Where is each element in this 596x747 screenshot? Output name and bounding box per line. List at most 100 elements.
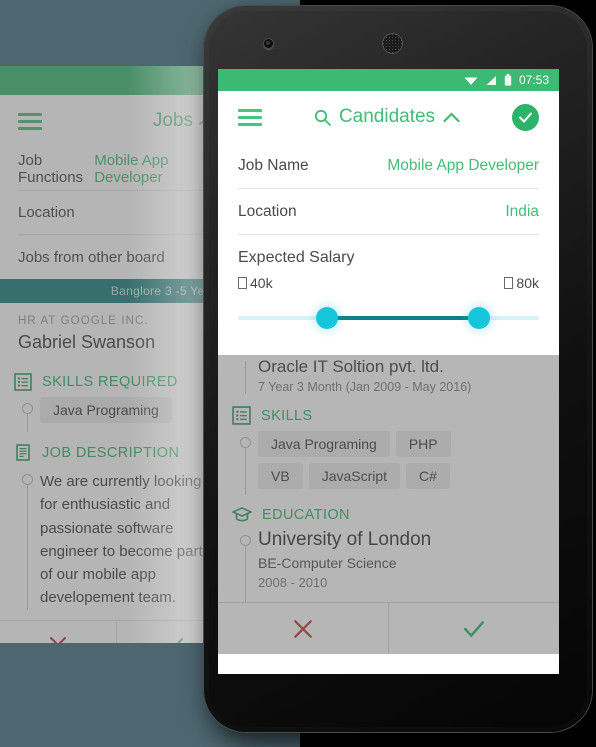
- experience-company: Oracle IT Soltion pvt. ltd.: [258, 357, 444, 376]
- timeline-marker: [232, 529, 258, 602]
- chevron-up-icon[interactable]: [443, 111, 460, 123]
- filter-modal: Candidates Job Name Mobile App Developer…: [218, 91, 559, 355]
- battery-icon: [504, 74, 512, 86]
- signal-icon: [486, 75, 496, 85]
- list-icon: [14, 373, 32, 391]
- filter-label: Job Functions: [18, 151, 84, 186]
- search-icon[interactable]: [314, 109, 331, 126]
- skill-chip[interactable]: Java Programing: [40, 397, 172, 423]
- close-icon: [294, 619, 312, 638]
- skill-chip[interactable]: JavaScript: [308, 463, 401, 489]
- experience-entry: Oracle IT Soltion pvt. ltd. 7 Year 3 Mon…: [258, 355, 471, 394]
- hamburger-icon[interactable]: [18, 112, 42, 130]
- filter-label: Location: [18, 204, 75, 221]
- modal-appbar: Candidates: [238, 91, 539, 143]
- salary-min-label: 40k: [238, 275, 273, 291]
- wifi-icon: [464, 77, 478, 85]
- experience-timeline-row: Oracle IT Soltion pvt. ltd. 7 Year 3 Mon…: [232, 355, 545, 394]
- education-years: 2008 - 2010: [258, 575, 328, 590]
- background-filter-row-other-board[interactable]: Jobs from other board: [18, 235, 214, 279]
- section-header-education: EDUCATION: [232, 495, 545, 529]
- list-icon: [232, 406, 251, 425]
- earpiece-speaker-icon: [382, 33, 403, 54]
- expected-salary-block: Expected Salary 40k 80k: [238, 235, 539, 331]
- check-icon: [463, 620, 485, 637]
- skill-chip-list: Java Programing: [40, 397, 178, 432]
- timeline-dot: [239, 437, 251, 448]
- salary-range-labels: 40k 80k: [238, 275, 539, 291]
- timeline-marker: [14, 468, 40, 610]
- document-icon: [16, 444, 30, 461]
- section-header-job-description: JOB DESCRIPTION: [14, 432, 218, 468]
- skills-timeline-row: Java Programing PHP VB JavaScript C#: [232, 431, 545, 495]
- skill-chip[interactable]: PHP: [395, 431, 451, 457]
- timeline-line: [26, 485, 28, 610]
- timeline-line: [244, 361, 246, 394]
- section-title: SKILLS REQUIRED: [42, 374, 178, 390]
- modal-filter-row-location[interactable]: Location India: [238, 189, 539, 235]
- background-filter-list: Job Functions Mobile App Developer Locat…: [0, 147, 232, 279]
- education-school: University of London: [258, 529, 432, 550]
- close-icon: [49, 637, 66, 643]
- salary-max-value: 80k: [516, 275, 539, 291]
- background-action-bar: [0, 619, 232, 643]
- timeline-marker: [232, 355, 258, 394]
- salary-range-slider[interactable]: [238, 305, 539, 331]
- currency-glyph-icon: [238, 277, 247, 289]
- modal-title-group[interactable]: Candidates: [314, 106, 460, 128]
- timeline-dot: [239, 535, 251, 546]
- check-icon: [177, 638, 184, 643]
- company-label: HR AT GOOGLE INC.: [18, 315, 149, 327]
- modal-title: Candidates: [338, 106, 436, 127]
- background-contact-card: HR AT GOOGLE INC. Gabriel Swanson: [0, 303, 232, 361]
- section-title: JOB DESCRIPTION: [42, 445, 180, 461]
- modal-filter-row-job-name[interactable]: Job Name Mobile App Developer: [238, 143, 539, 189]
- salary-title: Expected Salary: [238, 249, 355, 266]
- timeline-line: [244, 448, 246, 495]
- check-circle-icon: [519, 112, 532, 123]
- phone-device-frame: 07:53 Candidates Job Name Mobile App Dev…: [204, 6, 592, 732]
- page-title: Jobs: [152, 110, 193, 131]
- currency-glyph-icon: [504, 277, 514, 289]
- skill-chip[interactable]: Java Programing: [258, 431, 390, 457]
- hamburger-icon[interactable]: [238, 108, 262, 126]
- slider-active-range: [325, 316, 478, 320]
- education-timeline-row: University of London BE-Computer Science…: [232, 529, 545, 602]
- status-bar: 07:53: [218, 69, 559, 91]
- phone-screen: 07:53 Candidates Job Name Mobile App Dev…: [218, 69, 559, 674]
- reject-button[interactable]: [218, 603, 389, 654]
- timeline-marker: [232, 431, 258, 495]
- background-job-meta-bar: Banglore 3 -5 Years: [0, 279, 232, 303]
- background-screen: Jobs Job Functions Mobile App Developer …: [0, 66, 232, 643]
- salary-min-value: 40k: [250, 275, 273, 291]
- timeline-dot: [21, 403, 33, 414]
- timeline-marker: [14, 397, 40, 432]
- timeline-line: [26, 414, 28, 432]
- section-title: EDUCATION: [262, 507, 350, 523]
- education-entry: University of London BE-Computer Science…: [258, 529, 431, 602]
- background-appbar: Jobs: [0, 95, 232, 147]
- confirm-filter-button[interactable]: [512, 103, 539, 131]
- experience-duration: 7 Year 3 Month (Jan 2009 - May 2016): [258, 380, 472, 394]
- salary-max-label: 80k: [504, 275, 539, 291]
- slider-thumb-min[interactable]: [316, 307, 339, 329]
- reject-button[interactable]: [0, 620, 117, 643]
- skill-chip[interactable]: C#: [406, 463, 450, 489]
- candidate-action-bar: [218, 602, 559, 654]
- filter-label: Location: [238, 202, 297, 220]
- accept-button[interactable]: [389, 603, 559, 654]
- background-filter-row-job-functions[interactable]: Job Functions Mobile App Developer: [18, 147, 214, 191]
- background-skills-section: SKILLS REQUIRED Java Programing JOB DESC…: [0, 361, 232, 610]
- skills-timeline-row: Java Programing: [14, 397, 218, 432]
- background-filter-row-location[interactable]: Location: [18, 191, 214, 235]
- filter-label: Jobs from other board: [18, 248, 165, 266]
- status-time: 07:53: [518, 73, 549, 87]
- filter-label: Job Name: [238, 156, 309, 174]
- candidate-detail-content: Oracle IT Soltion pvt. ltd. 7 Year 3 Mon…: [218, 355, 559, 654]
- education-degree: BE-Computer Science: [258, 555, 397, 571]
- skill-chip[interactable]: VB: [258, 463, 303, 489]
- slider-thumb-max[interactable]: [468, 307, 491, 329]
- background-statusbar: [0, 66, 232, 95]
- graduation-cap-icon: [232, 507, 252, 522]
- filter-value: India: [505, 202, 539, 220]
